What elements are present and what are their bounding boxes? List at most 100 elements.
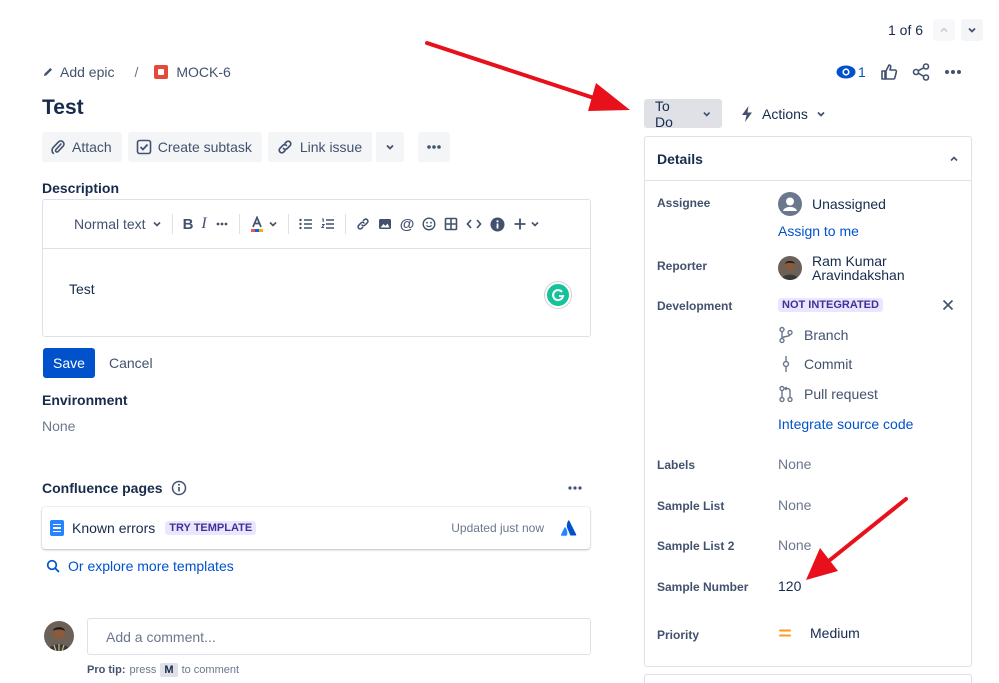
attach-button[interactable]: Attach: [42, 132, 122, 162]
actions-dropdown[interactable]: Actions: [740, 99, 826, 128]
unassigned-avatar-icon: [778, 192, 802, 216]
mention-button[interactable]: @: [396, 210, 419, 238]
description-label: Description: [42, 180, 120, 196]
numbered-list-button[interactable]: [317, 210, 339, 238]
dev-branch-item[interactable]: Branch: [778, 326, 848, 344]
details-header[interactable]: Details: [645, 137, 971, 181]
info-icon: [490, 217, 505, 231]
dev-commit-item[interactable]: Commit: [778, 355, 852, 373]
assignee-value: Unassigned: [812, 196, 886, 212]
commit-icon: [782, 356, 790, 372]
next-panel-edge: [644, 674, 972, 683]
info-panel-button[interactable]: [486, 210, 509, 238]
assignee-field[interactable]: Unassigned: [778, 192, 886, 216]
comment-protip: Pro tip: press M to comment: [87, 663, 239, 677]
link-icon: [278, 140, 292, 154]
try-template-badge[interactable]: TRY TEMPLATE: [165, 521, 257, 535]
italic-button[interactable]: I: [197, 210, 210, 238]
issue-key-link[interactable]: MOCK-6: [154, 64, 231, 80]
grammarly-icon[interactable]: [545, 282, 571, 308]
cancel-button[interactable]: Cancel: [101, 348, 161, 378]
insert-more-button[interactable]: [509, 210, 544, 238]
previous-issue-button[interactable]: [933, 19, 956, 41]
link-issue-dropdown[interactable]: [374, 132, 405, 162]
confluence-more-button[interactable]: [566, 480, 584, 496]
sample-number-value[interactable]: 120: [778, 578, 801, 594]
link-issue-button[interactable]: Link issue: [267, 132, 373, 162]
share-icon[interactable]: [912, 63, 930, 81]
info-icon[interactable]: [171, 480, 187, 496]
emoji-button[interactable]: [418, 210, 440, 238]
next-issue-button[interactable]: [961, 19, 984, 41]
close-icon[interactable]: [942, 299, 954, 311]
add-comment-input[interactable]: Add a comment...: [87, 618, 591, 655]
text-style-label: Normal text: [74, 216, 146, 232]
confluence-header: Confluence pages: [42, 480, 187, 496]
environment-value[interactable]: None: [42, 418, 75, 434]
insert-image-button[interactable]: [374, 210, 396, 238]
integrate-source-code-link[interactable]: Integrate source code: [778, 416, 913, 432]
image-icon: [378, 219, 391, 229]
document-icon: [50, 520, 64, 536]
issue-toolbar: Attach Create subtask Link issue: [42, 132, 451, 162]
reporter-field[interactable]: Ram Kumar Aravindakshan: [778, 254, 905, 282]
assign-to-me-link[interactable]: Assign to me: [778, 223, 859, 239]
insert-table-button[interactable]: [440, 210, 462, 238]
more-options-icon[interactable]: [944, 63, 962, 81]
text-style-dropdown[interactable]: Normal text: [70, 210, 166, 238]
code-block-button[interactable]: [462, 210, 486, 238]
more-actions-button[interactable]: [418, 132, 451, 162]
explore-templates-link[interactable]: Or explore more templates: [46, 558, 234, 574]
sample-list-2-value[interactable]: None: [778, 537, 811, 553]
labels-value[interactable]: None: [778, 456, 811, 472]
numbered-list-icon: [320, 218, 334, 229]
reporter-name-line1: Ram Kumar: [812, 253, 887, 269]
add-epic-link[interactable]: Add epic: [42, 64, 114, 80]
environment-label: Environment: [42, 392, 128, 408]
atlassian-logo-icon: [560, 520, 577, 536]
attach-label: Attach: [72, 139, 112, 155]
issue-title[interactable]: Test: [42, 96, 84, 120]
plus-icon: [514, 218, 526, 230]
reporter-name: Ram Kumar Aravindakshan: [812, 254, 905, 282]
save-button[interactable]: Save: [43, 348, 95, 378]
link-issue-label: Link issue: [299, 139, 363, 155]
chevron-down-icon: [817, 111, 825, 117]
eye-icon: [836, 65, 856, 79]
watch-button[interactable]: 1: [836, 64, 866, 80]
details-panel: Details Assignee Unassigned Assign to me…: [644, 136, 972, 667]
insert-link-button[interactable]: [352, 210, 374, 238]
breadcrumb-separator: /: [134, 64, 139, 80]
toolbar-divider: [344, 214, 346, 234]
protip-prefix: Pro tip:: [87, 664, 126, 676]
more-options-icon: [427, 145, 441, 149]
more-formatting-button[interactable]: [211, 210, 233, 238]
confluence-page-title[interactable]: Known errors: [72, 520, 155, 536]
priority-value: Medium: [810, 625, 860, 641]
text-color-button[interactable]: [246, 210, 282, 238]
dev-commit-label: Commit: [804, 356, 853, 372]
chevron-down-icon: [153, 221, 161, 227]
sample-list-value[interactable]: None: [778, 497, 811, 513]
reporter-name-line2: Aravindakshan: [812, 267, 905, 283]
link-icon: [357, 218, 369, 230]
create-subtask-button[interactable]: Create subtask: [127, 132, 262, 162]
toolbar-divider: [287, 214, 289, 234]
actions-label: Actions: [762, 105, 808, 122]
issue-header-actions: 1: [836, 60, 962, 84]
chevron-down-icon: [386, 144, 394, 150]
priority-field[interactable]: Medium: [778, 625, 860, 641]
protip-press: press: [129, 664, 157, 676]
dev-pull-request-item[interactable]: Pull request: [778, 385, 878, 403]
bold-button[interactable]: B: [179, 210, 198, 238]
editor-content[interactable]: Test: [43, 249, 590, 297]
confluence-page-card[interactable]: Known errors TRY TEMPLATE Updated just n…: [42, 507, 590, 549]
breadcrumb: Add epic / MOCK-6: [42, 62, 231, 82]
reporter-avatar: [778, 256, 802, 280]
priority-medium-icon: [779, 629, 791, 637]
status-dropdown[interactable]: To Do: [644, 98, 722, 130]
lightning-icon: [742, 105, 752, 122]
thumbs-up-icon[interactable]: [880, 63, 898, 81]
bullet-list-button[interactable]: [295, 210, 317, 238]
not-integrated-badge: NOT INTEGRATED: [778, 298, 883, 312]
